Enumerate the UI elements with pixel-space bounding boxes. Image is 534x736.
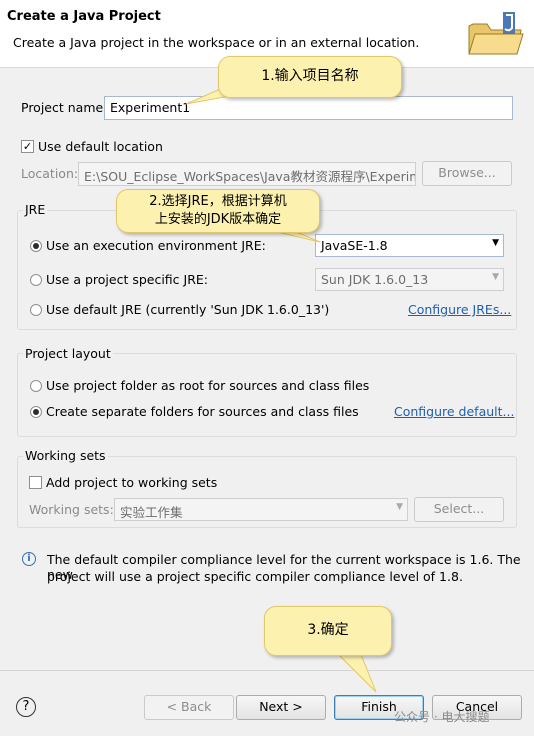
callout-step2-line2: 上安装的JDK版本确定: [154, 212, 282, 227]
callout-step3: 3.确定: [264, 606, 392, 656]
callout-step2: 2.选择JRE，根据计算机 上安装的JDK版本确定: [116, 189, 320, 233]
callout-step2-line1: 2.选择JRE，根据计算机: [149, 194, 287, 209]
callout-step1: 1.输入项目名称: [218, 56, 402, 98]
